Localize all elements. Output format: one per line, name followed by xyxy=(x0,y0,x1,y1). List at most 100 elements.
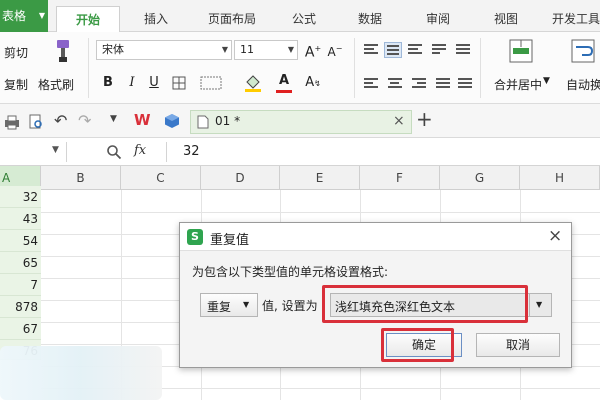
font-size-value: 11 xyxy=(240,43,254,56)
text-effects-button[interactable]: A↯ xyxy=(304,74,322,92)
grid-line xyxy=(41,212,600,213)
cell-a[interactable]: 54 xyxy=(0,230,41,252)
dialog-title-bar: S 重复值 × xyxy=(180,223,571,251)
column-header-f[interactable]: F xyxy=(360,166,440,190)
tab-page-layout[interactable]: 页面布局 xyxy=(196,6,268,32)
chevron-down-icon: ▼ xyxy=(38,11,45,20)
quick-access-bar: ↶ ↷ ▼ W 01 * × + xyxy=(0,104,600,138)
column-header-c[interactable]: C xyxy=(121,166,201,190)
undo-icon[interactable]: ↶ xyxy=(54,111,67,130)
column-header-b[interactable]: B xyxy=(41,166,121,190)
merge-cells-icon[interactable] xyxy=(200,76,222,90)
align-left-icon[interactable] xyxy=(364,78,378,90)
name-box-dropdown-icon[interactable]: ▼ xyxy=(52,145,59,155)
print-preview-icon[interactable] xyxy=(28,114,44,130)
tab-home[interactable]: 开始 xyxy=(56,6,120,33)
value-label: 值, 设置为 xyxy=(262,299,318,313)
justify-icon[interactable] xyxy=(436,78,450,90)
font-name-select[interactable]: 宋体 ▼ xyxy=(96,40,232,60)
cloud-cube-icon[interactable] xyxy=(164,113,180,129)
highlight-box xyxy=(322,285,528,323)
app-menu-label: 表格 xyxy=(2,9,27,23)
format-painter-button[interactable]: 格式刷 xyxy=(38,76,74,93)
orientation-icon[interactable] xyxy=(456,44,470,56)
underline-button[interactable]: U xyxy=(146,74,162,92)
new-tab-button[interactable]: + xyxy=(416,107,433,131)
close-icon[interactable]: × xyxy=(548,226,562,246)
print-icon[interactable] xyxy=(4,114,20,130)
fill-color-icon[interactable] xyxy=(244,74,262,92)
column-header-g[interactable]: G xyxy=(440,166,520,190)
app-menu-button[interactable]: 表格 ▼ xyxy=(0,0,48,32)
tab-data[interactable]: 数据 xyxy=(348,6,392,32)
duplicate-values-dialog: S 重复值 × 为包含以下类型值的单元格设置格式: 重复 ▼ 值, 设置为 浅红… xyxy=(179,222,572,368)
wrap-text-icon[interactable] xyxy=(432,44,446,56)
ribbon: 剪切 复制 格式刷 宋体 ▼ 11 ▼ A+ A− B I U A A↯ 合并居… xyxy=(0,32,600,104)
shrink-font-button[interactable]: A− xyxy=(326,40,344,59)
dialog-title: 重复值 xyxy=(210,233,250,248)
chevron-down-icon: ▼ xyxy=(287,45,294,54)
font-color-glyph: A xyxy=(278,73,290,88)
ribbon-divider xyxy=(88,38,89,98)
grow-font-button[interactable]: A+ xyxy=(304,40,322,61)
font-color-button[interactable]: A xyxy=(276,72,292,90)
merge-center-icon[interactable] xyxy=(508,38,534,64)
cell-a[interactable]: 7 xyxy=(0,274,41,296)
format-painter-icon xyxy=(57,40,69,62)
cell-a[interactable]: 67 xyxy=(0,318,41,340)
auto-wrap-button[interactable]: 自动换 xyxy=(566,76,600,93)
tab-view[interactable]: 视图 xyxy=(484,6,528,32)
copy-button[interactable]: 复制 xyxy=(4,76,28,93)
customize-toolbar-icon[interactable]: ▼ xyxy=(110,114,117,124)
ribbon-divider xyxy=(354,38,355,98)
font-color-swatch xyxy=(276,90,292,93)
column-header-h[interactable]: H xyxy=(520,166,600,190)
grow-font-glyph: A xyxy=(304,44,315,61)
cell-a[interactable]: 65 xyxy=(0,252,41,274)
function-wizard-button[interactable]: fx xyxy=(134,143,146,158)
tab-formula[interactable]: 公式 xyxy=(284,6,324,32)
formula-divider xyxy=(166,142,167,162)
distributed-icon[interactable] xyxy=(458,78,472,90)
close-tab-icon[interactable]: × xyxy=(393,113,405,129)
formula-bar: ▼ fx 32 xyxy=(0,138,600,166)
search-icon[interactable] xyxy=(106,144,122,160)
cell-a[interactable]: 32 xyxy=(0,186,41,208)
column-header-e[interactable]: E xyxy=(280,166,360,190)
blurred-overlay xyxy=(0,346,162,400)
formula-input[interactable]: 32 xyxy=(183,144,200,159)
redo-icon[interactable]: ↷ xyxy=(78,111,91,130)
value-type-select[interactable]: 重复 ▼ xyxy=(200,293,258,317)
cancel-button[interactable]: 取消 xyxy=(476,333,560,357)
formula-divider xyxy=(66,142,67,162)
cell-a[interactable]: 878 xyxy=(0,296,41,318)
merge-center-button[interactable]: 合并居中 xyxy=(494,76,542,93)
cell-a[interactable]: 43 xyxy=(0,208,41,230)
document-icon xyxy=(197,115,209,129)
align-top-icon[interactable] xyxy=(364,44,378,56)
borders-icon[interactable] xyxy=(172,76,186,90)
chevron-down-icon[interactable]: ▼ xyxy=(543,76,550,86)
column-header-d[interactable]: D xyxy=(201,166,280,190)
chevron-down-icon: ▼ xyxy=(243,300,250,309)
shrink-font-glyph: A xyxy=(327,45,336,59)
align-bottom-icon[interactable] xyxy=(408,44,422,56)
menu-tab-bar: 表格 ▼ 开始 插入 页面布局 公式 数据 审阅 视图 开发工具 xyxy=(0,0,600,33)
align-middle-icon[interactable] xyxy=(384,42,402,58)
ribbon-divider xyxy=(480,38,481,98)
chevron-down-icon: ▼ xyxy=(221,45,228,54)
tab-insert[interactable]: 插入 xyxy=(132,6,180,32)
select-divider xyxy=(529,294,530,316)
highlight-box xyxy=(381,328,454,362)
cut-button[interactable]: 剪切 xyxy=(4,44,28,61)
document-tab[interactable]: 01 * × xyxy=(190,110,412,134)
font-size-select[interactable]: 11 ▼ xyxy=(234,40,298,60)
italic-button[interactable]: I xyxy=(124,74,140,92)
tab-developer[interactable]: 开发工具 xyxy=(552,6,600,32)
font-name-value: 宋体 xyxy=(102,43,124,56)
wps-logo-icon[interactable]: W xyxy=(134,111,151,129)
bold-button[interactable]: B xyxy=(100,74,116,92)
align-center-icon[interactable] xyxy=(388,78,402,90)
tab-review[interactable]: 审阅 xyxy=(416,6,460,32)
align-right-icon[interactable] xyxy=(412,78,426,90)
